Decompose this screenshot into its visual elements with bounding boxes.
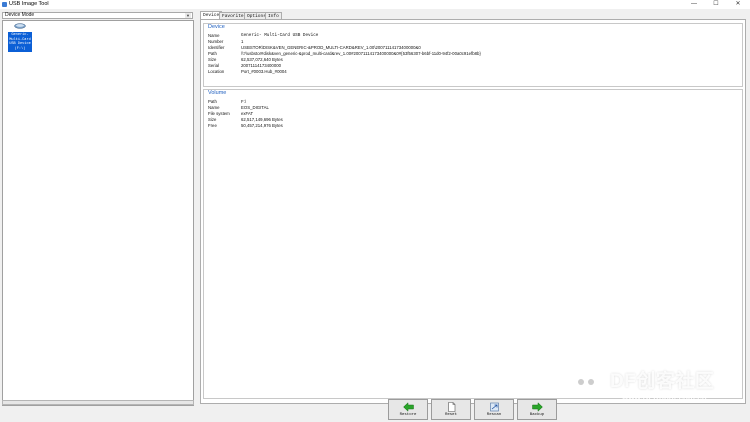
close-button[interactable]: ✕ [730, 0, 746, 9]
watermark-url: www.DFRobot.com.cn [622, 393, 707, 402]
restore-button[interactable]: Restore [388, 399, 428, 420]
device-label-line: USB Device [9, 42, 31, 46]
row-key: Free [208, 123, 217, 128]
device-label-line: (F:\) [14, 46, 26, 51]
chevron-down-icon[interactable]: ▼ [185, 13, 191, 18]
device-label-line: Generic- [11, 33, 29, 37]
tab-content: Device Name Generic- Multi-Card USB Devi… [200, 19, 746, 404]
app-icon [2, 2, 7, 7]
device-group: Device Name Generic- Multi-Card USB Devi… [203, 23, 743, 87]
watermark: DF创客社区 www.DFRobot.com.cn [564, 361, 744, 416]
volume-group: Volume Path F:\ Name EOS_DIGITAL File sy… [203, 89, 743, 399]
rescan-icon [490, 402, 499, 412]
device-group-title: Device [208, 24, 225, 30]
rescan-button[interactable]: Rescan [474, 399, 514, 420]
title-bar: USB Image Tool — ☐ ✕ [0, 0, 750, 9]
row-value: Port_#0003.Hub_#0004 [241, 69, 287, 74]
robot-logo-icon [572, 371, 600, 391]
reset-button[interactable]: Reset [431, 399, 471, 420]
arrow-left-icon [403, 402, 414, 412]
minimize-button[interactable]: — [686, 0, 702, 9]
left-panel: Device Mode ▼ Generic- Multi-Card USB De… [0, 10, 196, 422]
watermark-title: DF创客社区 [610, 371, 715, 392]
mode-select-value: Device Mode [5, 12, 35, 18]
backup-label: Backup [529, 413, 545, 417]
backup-button[interactable]: Backup [517, 399, 557, 420]
window-title: USB Image Tool [9, 1, 49, 7]
rescan-label: Rescan [486, 413, 502, 417]
device-label: Generic- Multi-Card USB Device (F:\) [8, 32, 32, 52]
document-icon [448, 402, 456, 412]
restore-label: Restore [399, 413, 417, 417]
right-panel: Device Favorites Options Info Device Nam… [200, 10, 746, 404]
usb-drive-icon [14, 23, 26, 29]
maximize-button[interactable]: ☐ [708, 0, 724, 9]
row-key: Location [208, 69, 225, 74]
row-value: Generic- Multi-Card USB Device [241, 33, 319, 38]
mode-select[interactable]: Device Mode ▼ [2, 12, 193, 19]
row-value: 50,457,214,976 Bytes [241, 123, 283, 128]
device-list[interactable]: Generic- Multi-Card USB Device (F:\) [2, 20, 194, 406]
tab-info[interactable]: Info [265, 12, 282, 19]
volume-group-title: Volume [208, 90, 227, 96]
arrow-right-icon [532, 402, 543, 412]
reset-label: Reset [444, 413, 457, 417]
